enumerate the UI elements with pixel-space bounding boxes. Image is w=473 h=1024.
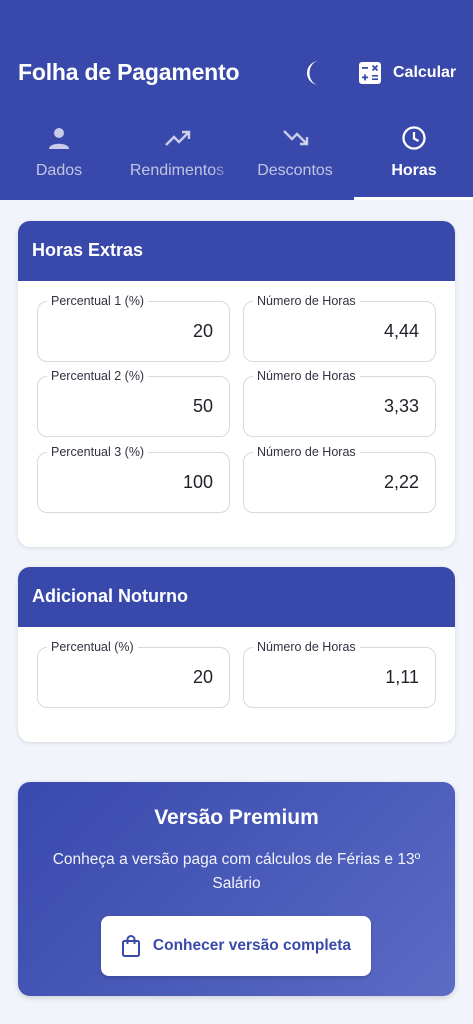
clock-icon: [402, 126, 426, 150]
field-value: 3,33: [383, 396, 419, 416]
field-label: Número de Horas: [253, 444, 360, 460]
tab-rendimentos[interactable]: Rendimentos: [118, 112, 236, 200]
overtime-hours-3-field[interactable]: Número de Horas 2,22: [243, 444, 436, 513]
field-label: Percentual (%): [47, 639, 138, 655]
tab-horas[interactable]: Horas: [355, 112, 473, 200]
theme-toggle-button[interactable]: [302, 58, 330, 88]
tab-indicator: [354, 197, 473, 200]
trending-up-icon: [165, 130, 191, 146]
premium-button-label: Conhecer versão completa: [152, 937, 352, 954]
tab-bar: Dados Rendimentos Descontos Horas: [0, 112, 473, 200]
trending-down-icon: [283, 130, 309, 146]
tab-dados[interactable]: Dados: [0, 112, 118, 200]
shopping-bag-icon: [121, 935, 140, 957]
app-bar: Folha de Pagamento Calcular Dados Rendim…: [0, 0, 473, 200]
premium-title: Versão Premium: [154, 806, 319, 829]
premium-description: Conheça a versão paga com cálculos de Fé…: [52, 851, 421, 892]
field-value: 4,44: [383, 321, 419, 341]
premium-banner: Versão Premium Conheça a versão paga com…: [18, 782, 455, 996]
moon-icon: [307, 61, 319, 85]
tab-label: Horas: [391, 162, 437, 179]
overtime-hours-1-field[interactable]: Número de Horas 4,44: [243, 293, 436, 362]
calculate-button[interactable]: Calcular: [358, 60, 456, 86]
tab-descontos[interactable]: Descontos: [236, 112, 354, 200]
tab-label: Descontos: [257, 162, 333, 179]
tab-label: Rendimentos: [129, 162, 225, 179]
field-label: Percentual 3 (%): [47, 444, 149, 460]
field-value: 1,11: [385, 667, 419, 687]
field-label: Número de Horas: [253, 293, 360, 309]
field-label: Percentual 2 (%): [47, 368, 149, 384]
premium-button[interactable]: Conhecer versão completa: [101, 916, 371, 976]
night-percent-field[interactable]: Percentual (%) 20: [37, 639, 230, 708]
field-value: 50: [192, 396, 213, 416]
night-shift-title: Adicional Noturno: [18, 567, 455, 627]
overtime-percent-2-field[interactable]: Percentual 2 (%) 50: [37, 368, 230, 437]
night-hours-field[interactable]: Número de Horas 1,11: [243, 639, 436, 708]
field-value: 20: [192, 321, 213, 341]
overtime-percent-3-field[interactable]: Percentual 3 (%) 100: [37, 444, 230, 513]
overtime-title: Horas Extras: [18, 221, 455, 281]
overtime-hours-2-field[interactable]: Número de Horas 3,33: [243, 368, 436, 437]
page-title: Folha de Pagamento: [18, 59, 240, 85]
person-icon: [49, 128, 69, 149]
field-label: Número de Horas: [253, 368, 360, 384]
field-label: Percentual 1 (%): [47, 293, 149, 309]
field-label: Número de Horas: [253, 639, 360, 655]
field-value: 100: [182, 472, 213, 492]
field-value: 20: [192, 667, 213, 687]
tab-label: Dados: [35, 162, 83, 179]
overtime-percent-1-field[interactable]: Percentual 1 (%) 20: [37, 293, 230, 362]
calculator-icon: [359, 62, 381, 84]
field-value: 2,22: [383, 472, 419, 492]
overtime-card: Horas Extras Percentual 1 (%) 20 Número …: [18, 221, 455, 547]
calculate-label: Calcular: [393, 64, 457, 81]
night-shift-card: Adicional Noturno Percentual (%) 20 Núme…: [18, 567, 455, 742]
